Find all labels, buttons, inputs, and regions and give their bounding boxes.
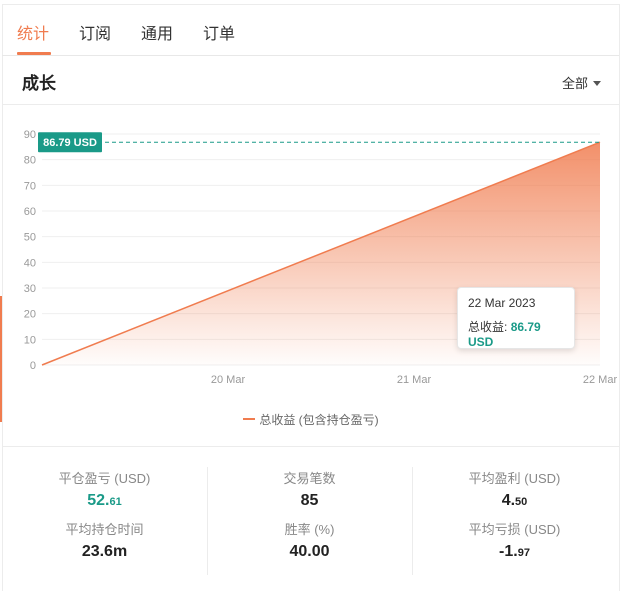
tooltip-label: 总收益:: [468, 320, 508, 334]
tab-bar: 统计 订阅 通用 订单: [2, 5, 619, 56]
stat-label: 交易笔数: [283, 471, 336, 486]
y-tick-label: 10: [24, 334, 36, 346]
tooltip-date: 22 Mar 2023: [468, 296, 536, 310]
last-value-badge-label: 86.79 USD: [43, 137, 97, 149]
stat-trade-count: 交易笔数 85: [207, 468, 412, 510]
stat-label: 平仓盈亏 (USD): [58, 471, 151, 486]
y-tick-label: 40: [24, 257, 36, 269]
chart-legend[interactable]: 总收益 (包含持仓盈亏): [0, 411, 622, 428]
y-tick-label: 20: [24, 309, 36, 321]
growth-chart: 0 10 20 30 40 50 60 70 80 90 20 Mar 21 Mar 22 Mar 86.…: [0, 106, 622, 446]
y-tick-label: 50: [24, 232, 36, 244]
tab-orders[interactable]: 订单: [203, 20, 235, 44]
y-tick-label: 60: [24, 206, 36, 218]
stat-value: 52.61: [87, 492, 122, 509]
stat-avg-hold-time: 平均持仓时间 23.6m: [2, 519, 207, 561]
x-tick-label: 22 Mar: [583, 374, 618, 386]
stat-value: 85: [300, 492, 319, 509]
tab-general[interactable]: 通用: [141, 20, 173, 44]
stat-win-rate: 胜率 (%) 40.00: [207, 519, 412, 561]
tab-subscription[interactable]: 订阅: [79, 20, 111, 44]
stat-label: 平均盈利 (USD): [468, 471, 561, 486]
stat-value: 40.00: [289, 543, 330, 560]
legend-label: 总收益 (包含持仓盈亏): [259, 413, 379, 427]
stat-label: 胜率 (%): [284, 522, 335, 537]
section-header: 成长 全部: [2, 56, 619, 105]
stat-value: -1.97: [499, 543, 530, 560]
range-filter-label: 全部: [561, 76, 588, 91]
stats-grid: 平仓盈亏 (USD) 52.61 交易笔数 85 平均盈利 (USD) 4.50…: [2, 447, 619, 591]
tab-stats[interactable]: 统计: [17, 20, 49, 44]
y-tick-label: 80: [24, 155, 36, 167]
active-tab-underline: [17, 52, 51, 55]
caret-down-icon: [593, 81, 601, 86]
y-tick-label: 0: [30, 360, 36, 372]
chart-tooltip: 22 Mar 2023 总收益: 86.79 USD: [457, 287, 575, 349]
stat-label: 平均亏损 (USD): [468, 522, 561, 537]
stat-value: 23.6m: [81, 543, 128, 560]
section-title: 成长: [22, 74, 56, 93]
y-tick-label: 70: [24, 180, 36, 192]
legend-swatch: [243, 418, 256, 420]
stat-label: 平均持仓时间: [65, 522, 144, 537]
stat-avg-loss: 平均亏损 (USD) -1.97: [412, 519, 617, 561]
y-tick-label: 30: [24, 283, 36, 295]
range-filter-dropdown[interactable]: 全部: [562, 73, 601, 92]
x-tick-label: 20 Mar: [211, 374, 246, 386]
x-tick-label: 21 Mar: [397, 374, 432, 386]
stat-avg-profit: 平均盈利 (USD) 4.50: [412, 468, 617, 510]
y-tick-label: 90: [24, 129, 36, 141]
stat-closed-pnl: 平仓盈亏 (USD) 52.61: [2, 468, 207, 510]
stat-value: 4.50: [501, 492, 528, 509]
growth-chart-svg: 0 10 20 30 40 50 60 70 80 90 20 Mar 21 Mar 22 Mar 86.…: [24, 129, 618, 386]
